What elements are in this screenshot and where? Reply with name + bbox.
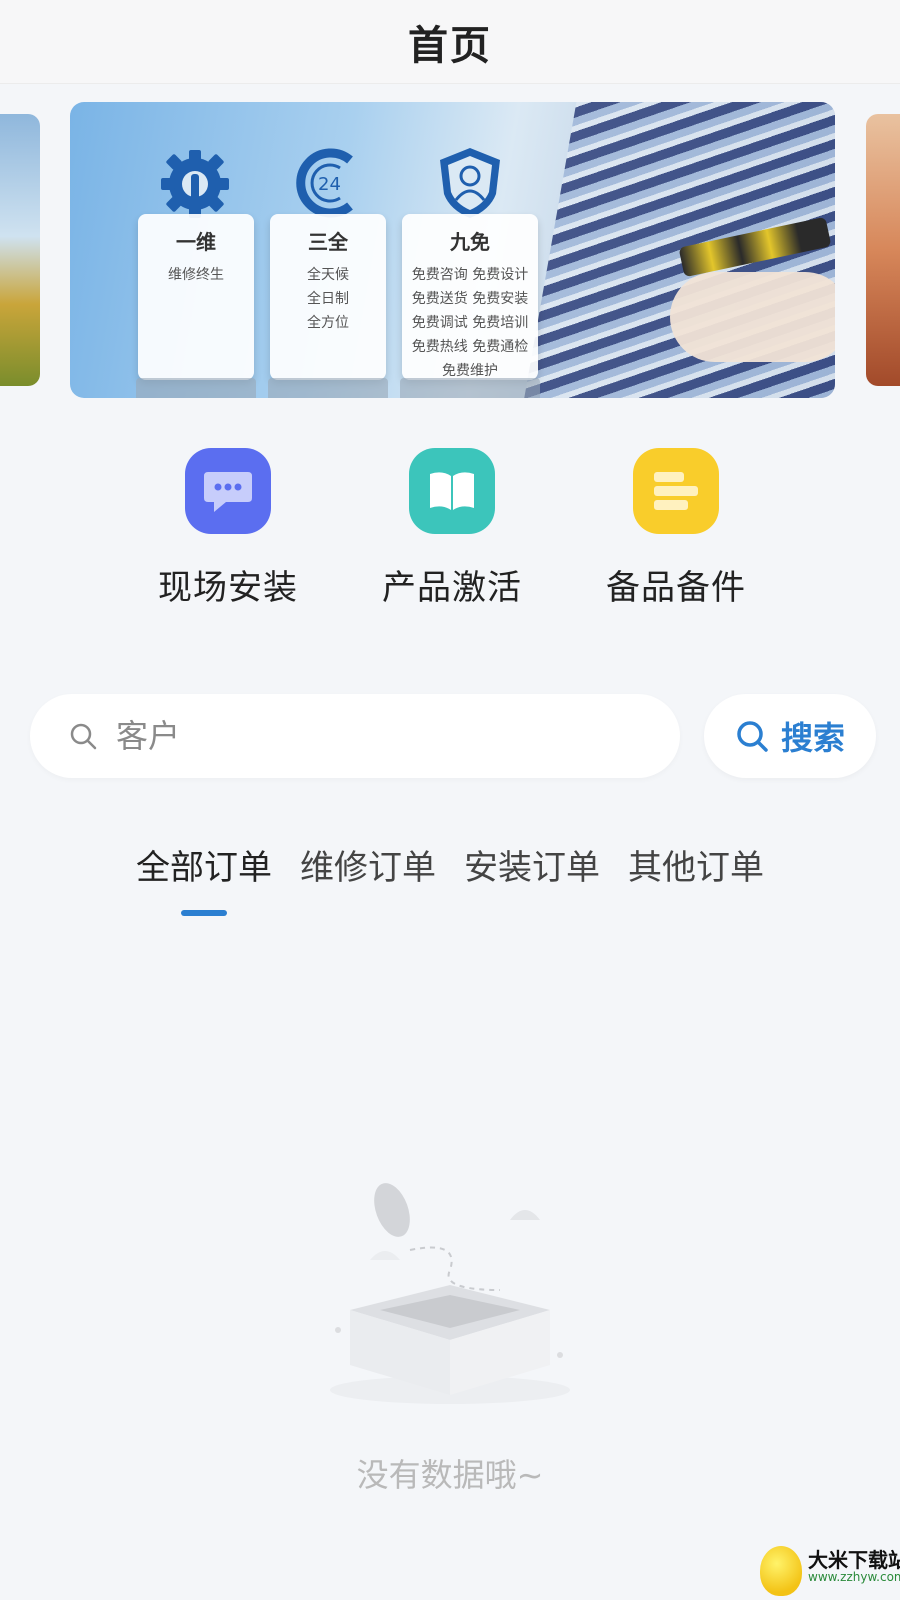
tab-all-orders[interactable]: 全部订单	[122, 840, 286, 916]
card-line: 免费调试 免费培训	[411, 315, 529, 331]
card-title: 三全	[308, 230, 348, 254]
stack-bars-icon[interactable]	[633, 448, 719, 534]
top-bar: 首页	[0, 0, 900, 84]
card-line: 免费送货 免费安装	[411, 291, 529, 307]
quick-actions: 现场安装 产品激活 备品备件	[0, 430, 900, 630]
empty-box-icon	[330, 1183, 570, 1404]
banner-slide[interactable]: 24 一维 维修终生 三全 全天候 全日制 全方位 九免 免费咨询 免费设计 免…	[70, 102, 835, 398]
search-button[interactable]: 搜索	[704, 694, 876, 778]
quick-action-product-activation[interactable]: 产品激活	[362, 448, 542, 609]
tab-install-orders[interactable]: 安装订单	[450, 840, 614, 904]
card-line: 全天候	[307, 267, 349, 283]
watermark-logo-icon	[760, 1546, 802, 1596]
tab-active-indicator	[181, 910, 227, 916]
card-shadow	[136, 378, 256, 398]
banner-carousel[interactable]: 24 一维 维修终生 三全 全天候 全日制 全方位 九免 免费咨询 免费设计 免…	[0, 96, 900, 406]
tab-label: 全部订单	[136, 848, 272, 888]
card-shadow	[400, 378, 540, 398]
card-line: 免费热线 免费通检	[411, 339, 529, 355]
card-title: 九免	[450, 230, 490, 254]
watermark: 大米下载站 www.zzhyw.com	[760, 1540, 900, 1600]
search-button-label: 搜索	[780, 719, 845, 757]
search-bar: 搜索	[0, 680, 900, 800]
order-tabs: 全部订单 维修订单 安装订单 其他订单	[0, 840, 900, 916]
tab-repair-orders[interactable]: 维修订单	[286, 840, 450, 904]
quick-action-spare-parts[interactable]: 备品备件	[586, 448, 766, 609]
card-line: 全方位	[307, 315, 349, 331]
clock-24-icon: 24	[296, 148, 353, 218]
search-icon	[737, 721, 768, 752]
feature-card-3: 九免 免费咨询 免费设计 免费送货 免费安装 免费调试 免费培训 免费热线 免费…	[402, 214, 538, 380]
quick-action-label: 产品激活	[382, 568, 522, 608]
search-input[interactable]	[116, 717, 616, 755]
tab-other-orders[interactable]: 其他订单	[614, 840, 778, 904]
feature-card-1: 一维 维修终生	[138, 214, 254, 380]
card-title: 一维	[176, 230, 216, 254]
empty-state-text: 没有数据哦~	[356, 1456, 544, 1494]
search-box[interactable]	[30, 694, 680, 778]
search-icon	[70, 723, 97, 750]
card-line: 维修终生	[168, 267, 224, 283]
shield-person-icon	[440, 148, 500, 218]
card-line: 全日制	[307, 291, 349, 307]
page-title: 首页	[408, 22, 492, 69]
watermark-title: 大米下载站	[808, 1548, 900, 1572]
feature-card-2: 三全 全天候 全日制 全方位	[270, 214, 386, 380]
svg-text:24: 24	[318, 174, 341, 195]
book-icon[interactable]	[409, 448, 495, 534]
card-line: 免费咨询 免费设计	[411, 267, 529, 283]
quick-action-label: 备品备件	[606, 568, 746, 608]
watermark-url: www.zzhyw.com	[808, 1570, 900, 1584]
tab-label: 维修订单	[300, 848, 436, 888]
empty-state: 没有数据哦~	[0, 1180, 900, 1520]
banner-slide-next[interactable]	[866, 114, 900, 386]
card-shadow	[268, 378, 388, 398]
quick-action-label: 现场安装	[158, 568, 298, 608]
gear-icon	[161, 150, 229, 218]
banner-slide-prev[interactable]	[0, 114, 40, 386]
chat-bubble-icon[interactable]	[185, 448, 271, 534]
quick-action-onsite-install[interactable]: 现场安装	[138, 448, 318, 609]
hand-image	[670, 272, 835, 362]
tab-label: 安装订单	[464, 848, 600, 888]
tab-label: 其他订单	[628, 848, 764, 888]
